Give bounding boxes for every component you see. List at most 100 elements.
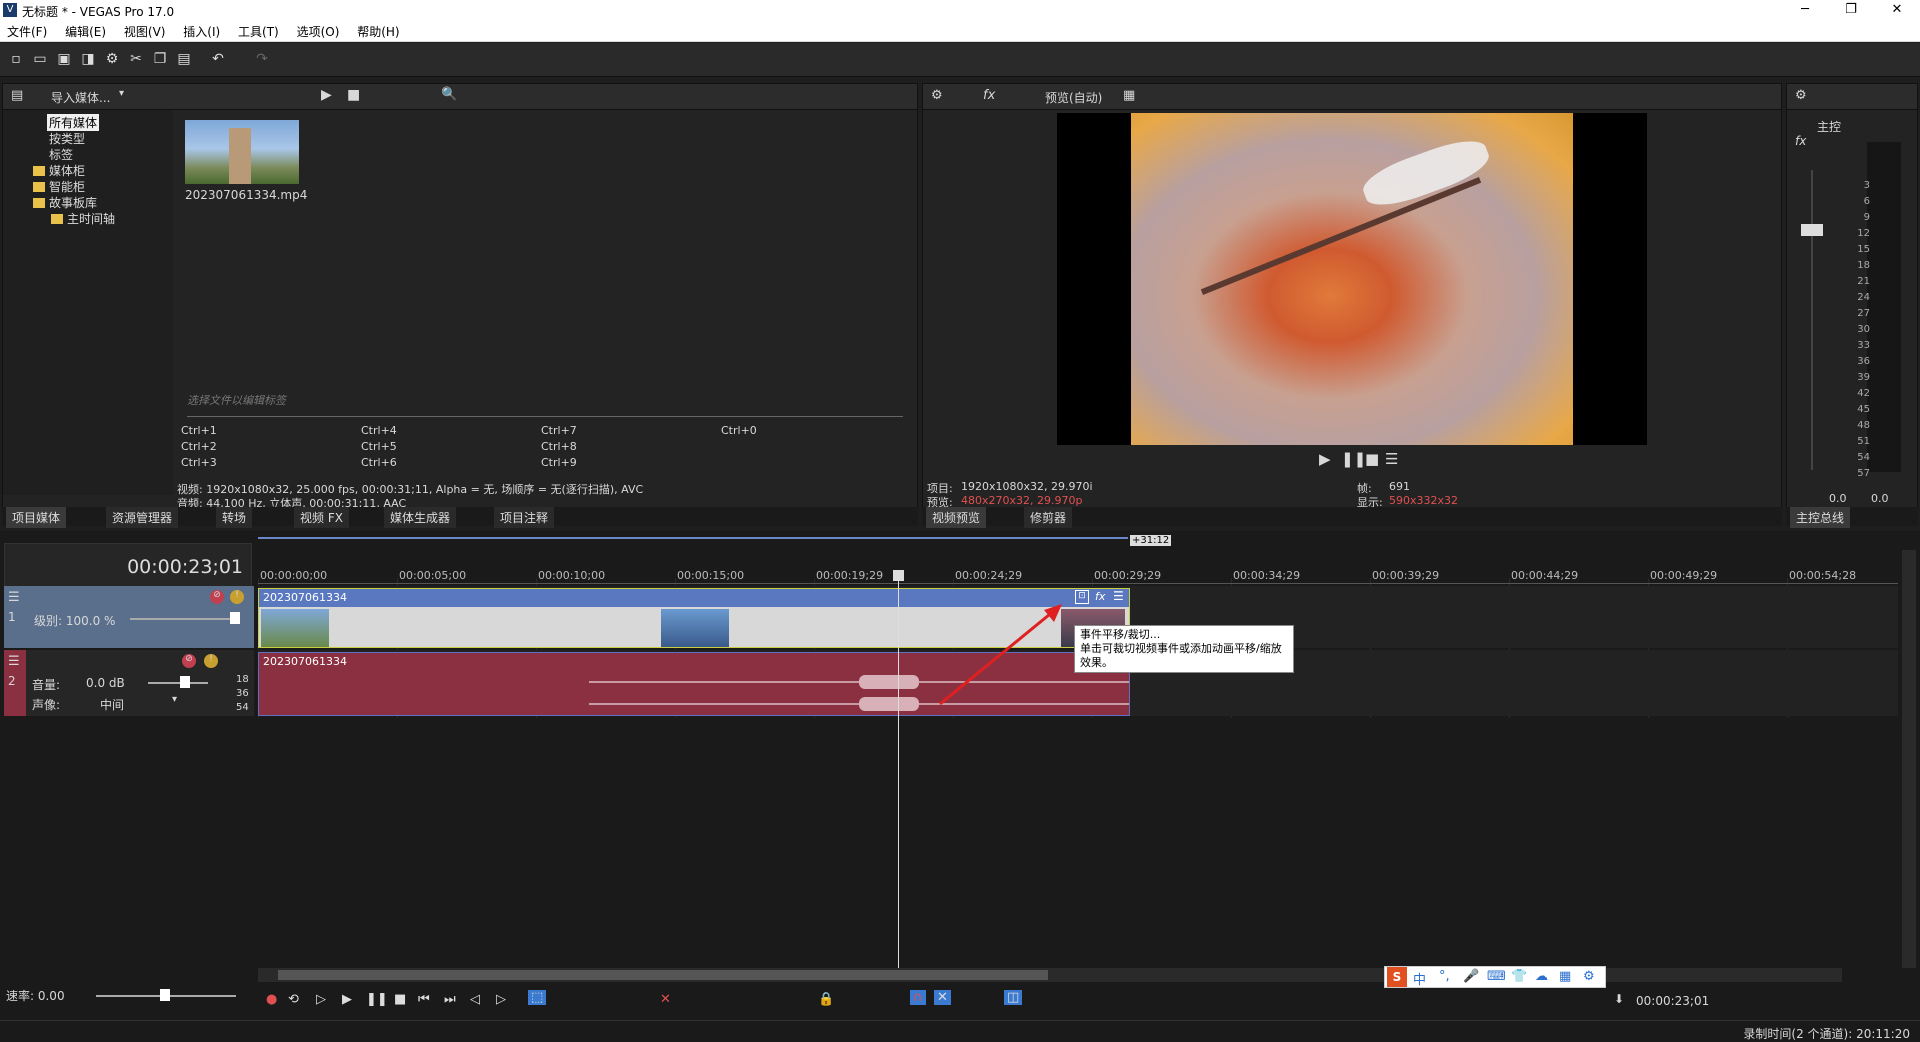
- ime-chinese-mode[interactable]: 中: [1413, 969, 1426, 988]
- tab-media-generators[interactable]: 媒体生成器: [384, 507, 457, 528]
- tab-video-fx[interactable]: 视频 FX: [294, 507, 349, 528]
- pan-dropdown-icon[interactable]: ▾: [172, 694, 177, 705]
- redo-icon[interactable]: ↷: [252, 49, 272, 69]
- solo-icon[interactable]: !: [230, 590, 244, 604]
- master-fx-icon[interactable]: fx: [1795, 134, 1806, 148]
- tab-trimmer[interactable]: 修剪器: [1024, 507, 1073, 528]
- preview-menu-button[interactable]: ☰: [1385, 450, 1398, 468]
- master-fader-handle[interactable]: [1801, 224, 1823, 236]
- track-menu-icon[interactable]: ☰: [8, 654, 20, 669]
- go-to-start-button[interactable]: ⏮: [418, 992, 430, 1007]
- master-settings-icon[interactable]: ⚙: [1795, 88, 1807, 103]
- sogou-icon[interactable]: S: [1387, 967, 1407, 987]
- event-fx-icon[interactable]: fx: [1095, 590, 1105, 603]
- menu-options[interactable]: 选项(O): [290, 20, 347, 43]
- preview-settings-icon[interactable]: ⚙: [931, 88, 943, 103]
- restore-button[interactable]: ❐: [1828, 0, 1874, 20]
- save-icon[interactable]: ▣: [54, 49, 74, 69]
- play-icon[interactable]: ▶: [321, 87, 332, 103]
- properties-icon[interactable]: ⚙: [102, 49, 122, 69]
- preview-quality-dropdown[interactable]: 预览(自动): [1045, 89, 1102, 106]
- record-button[interactable]: ●: [266, 992, 277, 1007]
- normal-edit-tool[interactable]: ⬚: [528, 990, 547, 1005]
- close-button[interactable]: ✕: [1874, 0, 1920, 20]
- tab-project-media[interactable]: 项目媒体: [6, 507, 67, 528]
- snap-button[interactable]: ∩: [910, 990, 926, 1005]
- preview-play-button[interactable]: ▶: [1319, 450, 1331, 468]
- zoom-icon[interactable]: 🔍: [441, 87, 457, 102]
- menu-view[interactable]: 视图(V): [117, 20, 173, 43]
- open-icon[interactable]: ▭: [30, 49, 50, 69]
- ime-cloud-icon[interactable]: ☁: [1535, 969, 1548, 984]
- tree-bins[interactable]: 媒体柜: [33, 162, 85, 179]
- ime-voice-icon[interactable]: 🎤: [1463, 969, 1479, 984]
- stop-icon[interactable]: ■: [347, 87, 360, 103]
- event-menu-icon[interactable]: ☰: [1113, 589, 1124, 603]
- menu-edit[interactable]: 编辑(E): [58, 20, 113, 43]
- tab-project-notes[interactable]: 项目注释: [494, 507, 555, 528]
- menu-help[interactable]: 帮助(H): [350, 20, 406, 43]
- next-frame-button[interactable]: ▷: [496, 992, 506, 1007]
- copy-icon[interactable]: ❐: [150, 49, 170, 69]
- horizontal-scroll-thumb[interactable]: [278, 970, 1048, 980]
- ime-skin-icon[interactable]: 👕: [1511, 969, 1527, 984]
- preview-pause-button[interactable]: ❚❚: [1341, 450, 1366, 468]
- new-icon[interactable]: ▫: [6, 49, 26, 69]
- media-file-name[interactable]: 202307061334.mp4: [185, 188, 307, 202]
- tree-smart-bins[interactable]: 智能柜: [33, 178, 85, 195]
- ime-keyboard-icon[interactable]: ⌨: [1487, 969, 1506, 984]
- import-media-button[interactable]: 导入媒体...: [51, 89, 110, 106]
- go-to-end-button[interactable]: ⏭: [444, 992, 456, 1007]
- ripple-button[interactable]: ◫: [1004, 990, 1023, 1005]
- delete-button[interactable]: ✕: [660, 992, 671, 1007]
- mute-icon[interactable]: ⊘: [182, 654, 196, 668]
- tree-all-media[interactable]: 所有媒体: [47, 114, 100, 131]
- ime-settings-icon[interactable]: ⚙: [1583, 969, 1595, 984]
- tab-video-preview[interactable]: 视频预览: [926, 507, 987, 528]
- dropdown-icon[interactable]: ▾: [119, 88, 124, 99]
- minimize-button[interactable]: ─: [1782, 0, 1828, 20]
- vertical-scrollbar[interactable]: [1902, 550, 1916, 968]
- volume-slider-handle[interactable]: [180, 676, 190, 688]
- auto-crossfade-button[interactable]: ✕: [934, 990, 951, 1005]
- volume-slider[interactable]: [148, 682, 208, 684]
- mute-icon[interactable]: ⊘: [210, 590, 224, 604]
- loop-button[interactable]: ⟲: [288, 992, 299, 1007]
- tab-master-bus[interactable]: 主控总线: [1790, 507, 1851, 528]
- tab-explorer[interactable]: 资源管理器: [106, 507, 179, 528]
- tree-by-type[interactable]: 按类型: [49, 130, 85, 147]
- grid-icon[interactable]: ▦: [1123, 88, 1135, 103]
- audio-track-header[interactable]: ☰ 2 ⊘ ! 音量: 0.0 dB 声像: 中间 ▾ 18 36 54: [4, 650, 254, 716]
- tab-transitions[interactable]: 转场: [216, 507, 253, 528]
- solo-icon[interactable]: !: [204, 654, 218, 668]
- menu-insert[interactable]: 插入(I): [176, 20, 227, 43]
- tree-main-timeline[interactable]: 主时间轴: [51, 210, 115, 227]
- event-pan-crop-icon[interactable]: ⊡: [1075, 590, 1089, 604]
- level-slider-handle[interactable]: [230, 612, 240, 624]
- pause-button[interactable]: ❚❚: [366, 992, 388, 1007]
- preview-stop-button[interactable]: ■: [1365, 450, 1379, 468]
- tree-storyboard[interactable]: 故事板库: [33, 194, 97, 211]
- menu-tools[interactable]: 工具(T): [231, 20, 286, 43]
- lock-button[interactable]: 🔒: [818, 992, 834, 1007]
- import-media-icon[interactable]: ▤: [11, 88, 23, 103]
- ime-toolbox-icon[interactable]: ▦: [1559, 969, 1571, 984]
- cut-icon[interactable]: ✂: [126, 49, 146, 69]
- menu-file[interactable]: 文件(F): [0, 20, 54, 43]
- rate-slider-handle[interactable]: [160, 989, 170, 1001]
- paste-icon[interactable]: ▤: [174, 49, 194, 69]
- render-icon[interactable]: ◨: [78, 49, 98, 69]
- level-slider[interactable]: [130, 618, 240, 620]
- play-button[interactable]: ▶: [342, 992, 352, 1007]
- undo-icon[interactable]: ↶: [208, 49, 228, 69]
- ime-punctuation[interactable]: °,: [1439, 969, 1450, 984]
- tree-tags[interactable]: 标签: [49, 146, 73, 163]
- playhead-marker[interactable]: [893, 570, 904, 581]
- fx-icon[interactable]: fx: [983, 88, 995, 103]
- prev-frame-button[interactable]: ◁: [470, 992, 480, 1007]
- video-track-header[interactable]: ☰ 1 ⊘ ! 级别: 100.0 %: [4, 586, 254, 648]
- stop-button[interactable]: ■: [394, 992, 406, 1007]
- media-thumbnail[interactable]: [185, 120, 299, 184]
- play-from-start-button[interactable]: ▷: [316, 992, 326, 1007]
- track-menu-icon[interactable]: ☰: [8, 590, 20, 605]
